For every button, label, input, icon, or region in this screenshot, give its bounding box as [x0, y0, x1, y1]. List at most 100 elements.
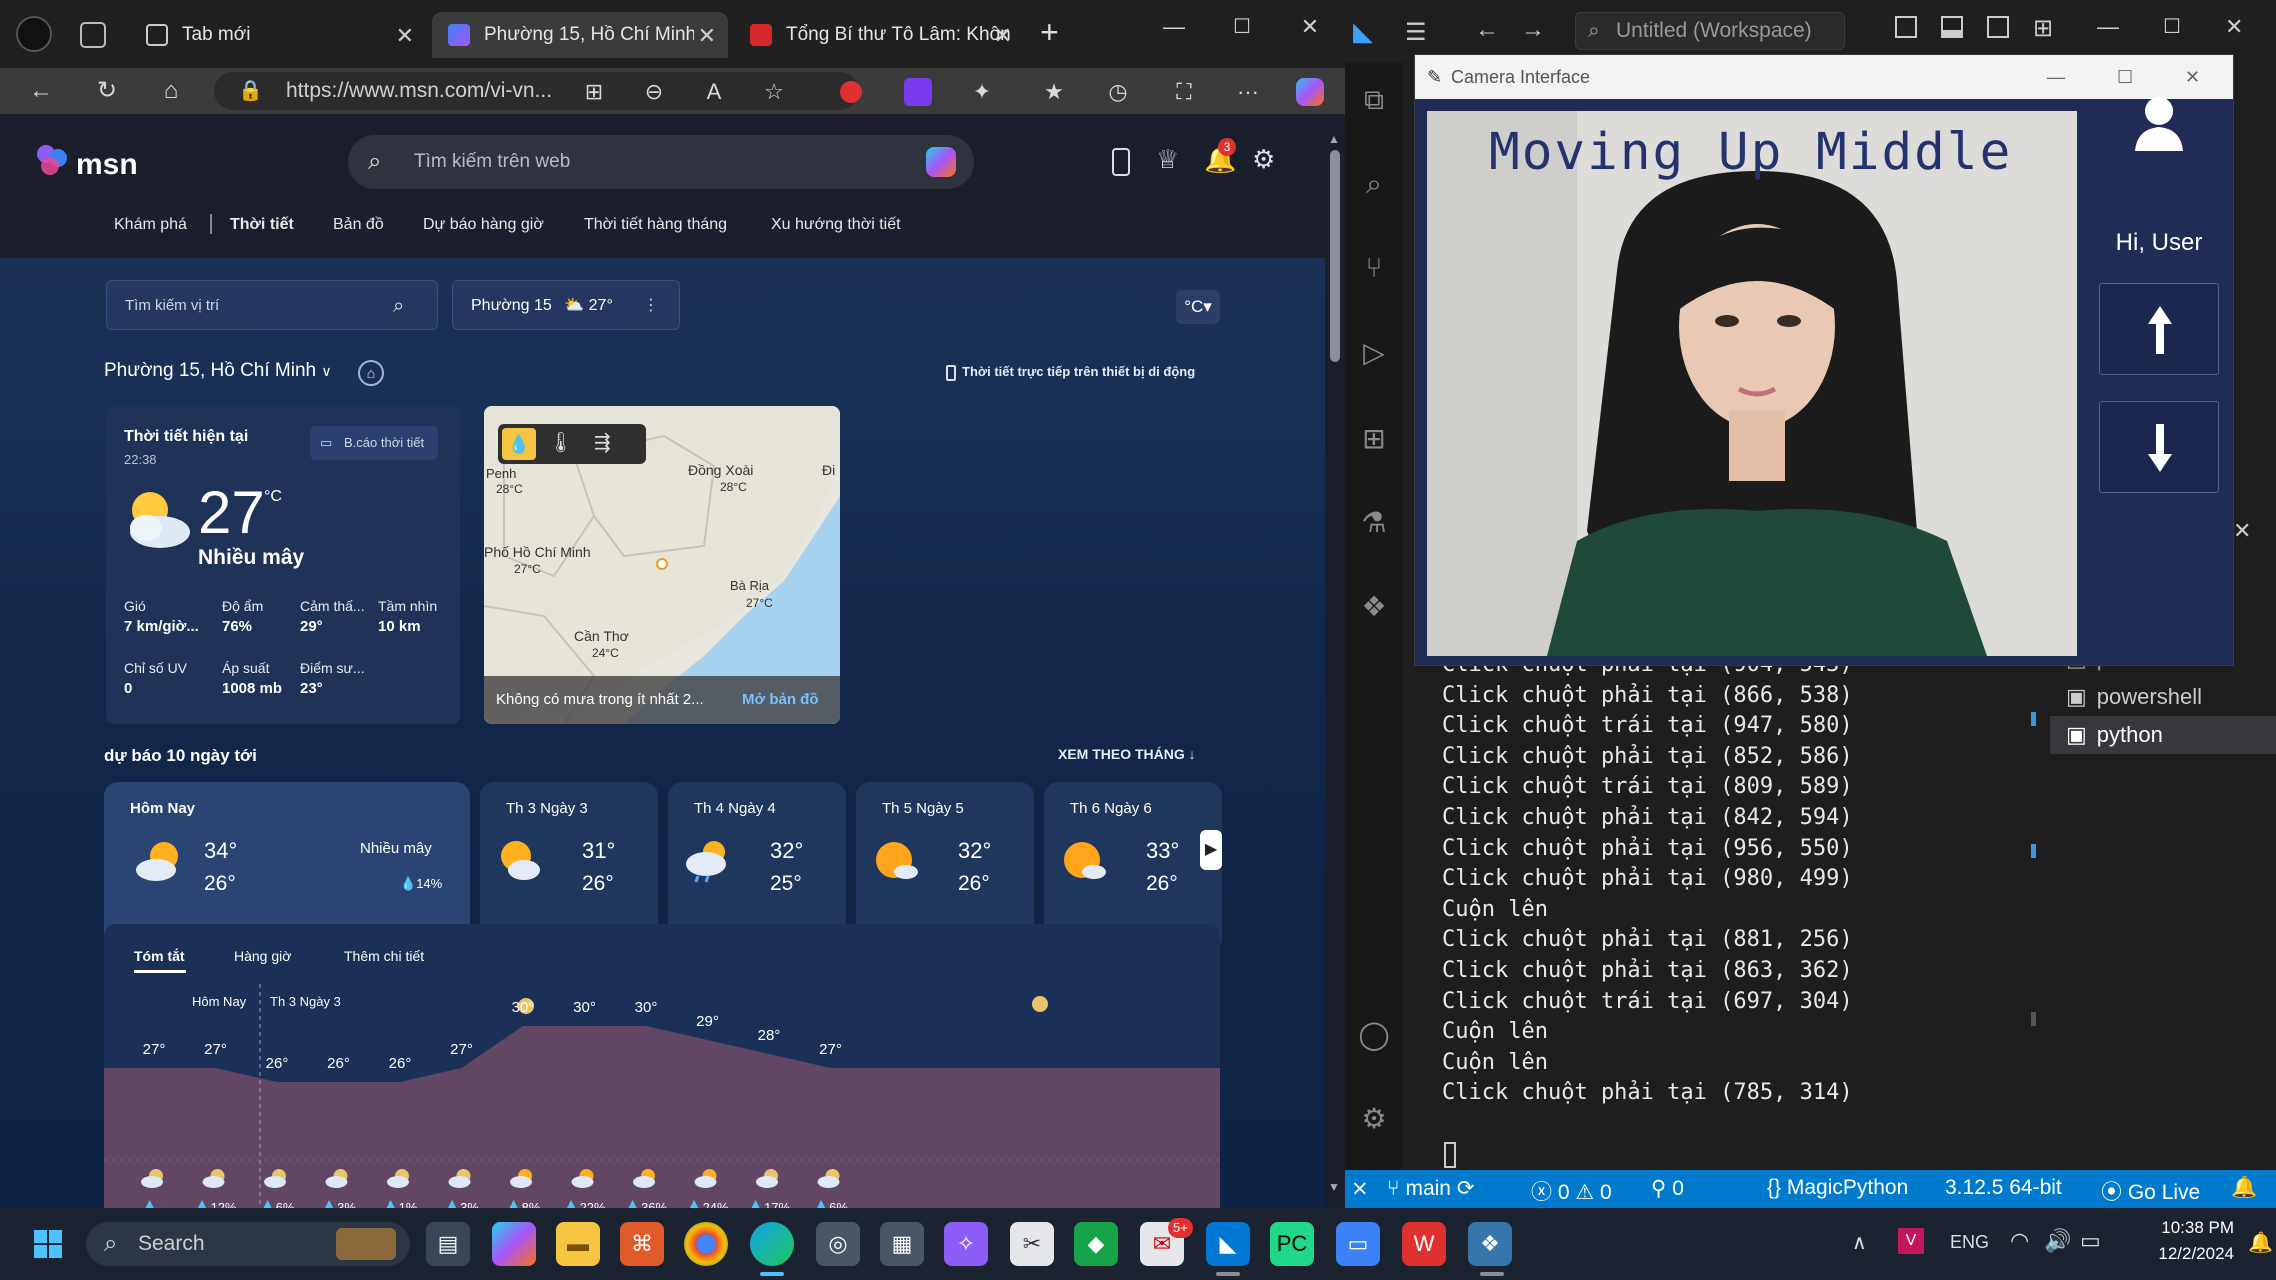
nav-map[interactable]: Bản đồ: [333, 216, 384, 234]
accounts-icon[interactable]: ◯: [1357, 1018, 1391, 1052]
scroll-up-arrow[interactable]: ▲: [1328, 132, 1340, 146]
source-control-icon[interactable]: ⑂: [1357, 252, 1391, 286]
remote-desktop-icon[interactable]: ▭: [1336, 1222, 1380, 1266]
close-icon[interactable]: ✕: [693, 23, 716, 49]
start-button[interactable]: [26, 1222, 70, 1266]
toggle-secondary-sidebar-icon[interactable]: [1987, 16, 2009, 38]
tab-weather[interactable]: Phường 15, Hồ Chí Minh l ✕: [432, 12, 728, 58]
clock-time[interactable]: 10:38 PM: [2130, 1218, 2234, 1238]
toggle-panel-icon[interactable]: [1941, 16, 1963, 38]
location-search-input[interactable]: Tìm kiếm vị trí ⌕: [106, 280, 438, 330]
python-icon[interactable]: ❖: [1357, 590, 1391, 624]
open-map-link[interactable]: Mở bản đồ: [742, 676, 819, 724]
move-down-button[interactable]: [2099, 401, 2219, 493]
close-icon[interactable]: ✕: [994, 23, 1012, 49]
new-tab-button[interactable]: +: [1040, 14, 1059, 51]
terminal-item[interactable]: ▣ python: [2050, 716, 2276, 754]
vscode-icon[interactable]: ◣: [1206, 1222, 1250, 1266]
minimize-button[interactable]: —: [2047, 55, 2065, 99]
volume-icon[interactable]: 🔊: [2044, 1228, 2071, 1254]
view-month-link[interactable]: XEM THEO THÁNG ↓: [1058, 746, 1196, 762]
close-icon[interactable]: ✕: [396, 23, 414, 49]
chrome-icon[interactable]: [684, 1222, 728, 1266]
app-icon[interactable]: ◆: [1074, 1222, 1118, 1266]
extensions-icon[interactable]: ⊞: [1357, 422, 1391, 456]
extension-adblock-icon[interactable]: [840, 81, 862, 103]
close-window-button[interactable]: ✕: [2185, 55, 2200, 99]
pycharm-icon[interactable]: PC: [1270, 1222, 1314, 1266]
python-version[interactable]: 3.12.5 64-bit: [1945, 1176, 2062, 1200]
location-chip[interactable]: Phường 15 ⛅ 27° ⋮: [452, 280, 680, 330]
nav-hourly[interactable]: Dự báo hàng giờ: [423, 216, 544, 234]
unit-selector[interactable]: °C▾: [1176, 290, 1220, 324]
task-view-icon[interactable]: ▤: [426, 1222, 470, 1266]
layout-icon[interactable]: ⊞: [2033, 14, 2053, 43]
nav-explore[interactable]: Khám phá: [114, 216, 187, 234]
scroll-thumb[interactable]: [1330, 150, 1340, 362]
branch-status[interactable]: ⑂ main ⟳: [1387, 1176, 1474, 1201]
favorite-star-icon[interactable]: ☆: [760, 78, 788, 106]
run-debug-icon[interactable]: ▷: [1357, 336, 1391, 370]
nav-trends[interactable]: Xu hướng thời tiết: [771, 216, 901, 234]
minimize-button[interactable]: —: [1154, 14, 1194, 40]
extension-icon[interactable]: [904, 78, 932, 106]
menu-icon[interactable]: ☰: [1405, 18, 1427, 47]
mobile-weather-link[interactable]: Thời tiết trực tiếp trên thiết bị di độn…: [946, 364, 1195, 381]
copilot-icon[interactable]: [492, 1222, 536, 1266]
extensions-puzzle-icon[interactable]: ✦: [968, 78, 996, 106]
msn-logo-icon[interactable]: [36, 144, 70, 176]
home-icon[interactable]: ⌂: [156, 76, 186, 106]
page-scrollbar[interactable]: ▲ ▼: [1325, 114, 1345, 1208]
python-app-icon[interactable]: ❖: [1468, 1222, 1512, 1266]
problems-status[interactable]: ⓧ 0 ⚠ 0: [1531, 1176, 1612, 1206]
mobile-icon[interactable]: [1112, 148, 1130, 176]
remote-icon[interactable]: ⨯: [1351, 1176, 1369, 1201]
battery-icon[interactable]: ▭: [2080, 1228, 2101, 1254]
web-search-input[interactable]: ⌕ Tìm kiếm trên web: [348, 135, 974, 189]
minimize-button[interactable]: —: [2097, 14, 2119, 40]
wifi-icon[interactable]: ◠: [2010, 1228, 2029, 1254]
home-location-icon[interactable]: ⌂: [358, 360, 384, 386]
copilot-icon[interactable]: [1296, 78, 1324, 106]
maximize-button[interactable]: ☐: [1222, 14, 1262, 39]
tab-news[interactable]: Tổng Bí thư Tô Lâm: Khôn ✕: [734, 12, 1024, 58]
camera-app-icon[interactable]: ◎: [816, 1222, 860, 1266]
edge-icon[interactable]: [750, 1222, 794, 1266]
zoom-icon[interactable]: ⊖: [640, 78, 668, 106]
refresh-icon[interactable]: ↻: [92, 76, 122, 106]
back-icon[interactable]: ←: [1475, 16, 1499, 44]
next-days-button[interactable]: ▶: [1200, 830, 1222, 870]
terminal-item[interactable]: ▣ powershell: [2050, 678, 2276, 716]
tray-app-icon[interactable]: V: [1898, 1228, 1924, 1254]
close-window-button[interactable]: ✕: [2225, 14, 2243, 40]
close-window-button[interactable]: ✕: [1290, 14, 1330, 40]
weather-map[interactable]: 💧 🌡 ⇶ Penh 28°C Đồng Xoài 28°C Đi Phố Hồ…: [484, 406, 840, 724]
thermometer-icon[interactable]: 🌡: [548, 430, 573, 455]
taskbar-search[interactable]: ⌕ Search: [86, 1222, 410, 1266]
msn-logo[interactable]: msn: [76, 148, 138, 182]
language-status[interactable]: {} MagicPython: [1767, 1176, 1908, 1200]
workspace-search[interactable]: ⌕ Untitled (Workspace): [1575, 12, 1845, 50]
search-icon[interactable]: ⌕: [393, 281, 404, 331]
go-live-button[interactable]: ⦿ Go Live: [2101, 1176, 2200, 1206]
notifications-bell-icon[interactable]: 🔔: [2231, 1176, 2257, 1200]
back-icon[interactable]: ←: [26, 76, 56, 106]
read-aloud-icon[interactable]: A: [700, 78, 728, 106]
maximize-button[interactable]: ☐: [2163, 14, 2181, 39]
calculator-icon[interactable]: ▦: [880, 1222, 924, 1266]
weather-report-button[interactable]: ▭ B.cáo thời tiết: [310, 426, 438, 460]
clock-date[interactable]: 12/2/2024: [2130, 1244, 2234, 1264]
screenshot-icon[interactable]: ⛶: [1170, 78, 1198, 106]
profile-avatar[interactable]: [16, 16, 52, 52]
nav-monthly[interactable]: Thời tiết hàng tháng: [584, 216, 727, 234]
app-icon[interactable]: ⌘: [620, 1222, 664, 1266]
manage-gear-icon[interactable]: ⚙: [1357, 1102, 1391, 1136]
scroll-down-arrow[interactable]: ▼: [1328, 1180, 1340, 1194]
location-title[interactable]: Phường 15, Hồ Chí Minh ∨: [104, 360, 332, 382]
wind-icon[interactable]: ⇶: [594, 430, 611, 455]
nav-weather[interactable]: Thời tiết: [230, 216, 294, 234]
toggle-sidebar-icon[interactable]: [1895, 16, 1917, 38]
ports-status[interactable]: ⚲ 0: [1651, 1176, 1684, 1201]
history-icon[interactable]: ◷: [1104, 78, 1132, 106]
settings-gear-icon[interactable]: ⚙: [1252, 144, 1275, 175]
